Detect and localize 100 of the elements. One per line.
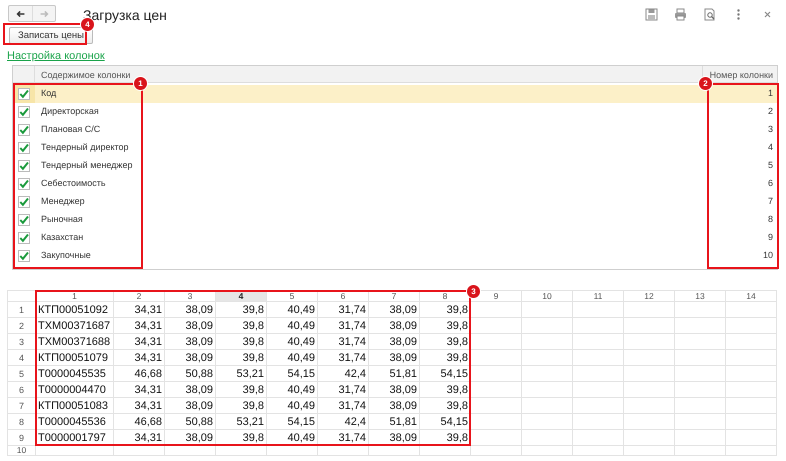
column-name: Директорская [40, 105, 100, 118]
column-header[interactable]: 3 [188, 292, 192, 300]
print-icon[interactable] [674, 8, 687, 21]
table-cell: 53,21 [216, 414, 266, 430]
table-cell: 40,49 [266, 398, 318, 414]
table-row[interactable]: Директорская 2 [13, 103, 777, 121]
column-name: Тендерный менеджер [40, 159, 134, 172]
table-cell: 38,09 [164, 398, 216, 414]
table-cell: КТП00051092 [36, 302, 114, 318]
checkbox[interactable] [18, 142, 30, 154]
callout-badge: 3 [467, 285, 480, 298]
table-cell: 39,8 [216, 350, 266, 366]
save-prices-button[interactable]: Записать цены [9, 27, 93, 44]
table-cell: Т0000045535 [36, 366, 114, 382]
row-number: 10 [8, 446, 36, 456]
table-cell: 50,88 [164, 414, 216, 430]
column-header[interactable]: 12 [644, 292, 654, 300]
table-cell: ТХМ00371687 [36, 318, 114, 334]
column-header[interactable]: 14 [746, 292, 756, 300]
column-header[interactable]: 2 [136, 292, 142, 300]
column-number: 7 [766, 195, 774, 208]
table-cell: 31,74 [318, 382, 368, 398]
row-number: 2 [8, 318, 36, 334]
table-cell: КТП00051079 [36, 350, 114, 366]
checkbox[interactable] [18, 124, 30, 136]
table-cell: 40,49 [266, 382, 318, 398]
column-name: Менеджер [40, 195, 86, 208]
table-cell: КТП00051083 [36, 398, 114, 414]
table-cell: Т0000045536 [36, 414, 114, 430]
checkbox[interactable] [18, 250, 30, 262]
table-cell: 38,09 [164, 318, 216, 334]
row-number: 1 [8, 302, 36, 318]
table-cell: 40,49 [266, 318, 318, 334]
table-cell: 38,09 [164, 382, 216, 398]
column-number: 8 [766, 213, 774, 226]
table-cell: 38,09 [368, 302, 420, 318]
column-header[interactable]: 13 [695, 292, 705, 300]
column-name: Рыночная [40, 213, 84, 226]
row-number: 8 [8, 414, 36, 430]
table-cell: 39,8 [216, 318, 266, 334]
table-cell: 31,74 [318, 398, 368, 414]
table-cell: 34,31 [114, 318, 164, 334]
table-cell: 38,09 [368, 350, 420, 366]
table-cell: 54,15 [266, 414, 318, 430]
table-cell: 39,8 [216, 334, 266, 350]
table-cell: 40,49 [266, 334, 318, 350]
table-row[interactable]: Казахстан 9 [13, 229, 777, 247]
callout-badge: 2 [699, 77, 712, 90]
table-cell: 34,31 [114, 302, 164, 318]
table-row[interactable]: Менеджер 7 [13, 193, 777, 211]
column-header[interactable]: 1 [72, 292, 77, 300]
row-number: 6 [8, 382, 36, 398]
row-number: 3 [8, 334, 36, 350]
checkbox[interactable] [18, 178, 30, 190]
column-name: Код [40, 87, 58, 100]
table-cell: 50,88 [164, 366, 216, 382]
preview-icon[interactable] [703, 8, 716, 21]
table-row[interactable]: Себестоимость 6 [13, 175, 777, 193]
table-cell: 31,74 [318, 302, 368, 318]
column-header[interactable]: 5 [290, 292, 294, 300]
table-cell: 34,31 [114, 398, 164, 414]
table-row[interactable]: Тендерный директор 4 [13, 139, 777, 157]
save-icon[interactable] [645, 8, 658, 21]
checkbox[interactable] [18, 160, 30, 172]
column-number: 9 [766, 231, 774, 244]
table-cell: 42,4 [318, 366, 368, 382]
column-name: Закупочные [40, 249, 92, 262]
table-row[interactable]: Рыночная 8 [13, 211, 777, 229]
column-header[interactable]: 11 [594, 292, 602, 300]
table-cell: 51,81 [368, 414, 420, 430]
table-cell: 39,8 [216, 382, 266, 398]
checkbox[interactable] [18, 106, 30, 118]
table-cell: 39,8 [216, 302, 266, 318]
column-name: Казахстан [40, 231, 84, 244]
row-number: 9 [8, 430, 36, 446]
checkbox[interactable] [18, 214, 30, 226]
table-cell: 40,49 [266, 350, 318, 366]
column-header[interactable]: 9 [494, 292, 498, 300]
column-header[interactable]: 8 [442, 292, 448, 300]
column-header[interactable]: 6 [340, 292, 346, 300]
table-row[interactable]: Тендерный менеджер 5 [13, 157, 777, 175]
table-row[interactable]: Закупочные 10 [13, 247, 777, 265]
table-cell: 34,31 [114, 350, 164, 366]
column-header[interactable]: 10 [542, 292, 552, 300]
checkbox[interactable] [18, 196, 30, 208]
table-row[interactable]: Плановая С/С 3 [13, 121, 777, 139]
table-row[interactable]: Код 1 [13, 85, 777, 103]
column-number: 4 [766, 141, 774, 154]
row-number: 4 [8, 350, 36, 366]
checkbox[interactable] [18, 88, 30, 100]
table-cell: Т0000004470 [36, 382, 114, 398]
table-cell: 54,15 [266, 366, 318, 382]
table-cell: 38,09 [164, 350, 216, 366]
column-header[interactable]: 7 [392, 292, 396, 300]
table-cell: 38,09 [368, 398, 420, 414]
table-cell: 31,74 [318, 318, 368, 334]
table-cell: 42,4 [318, 414, 368, 430]
table-cell: 38,09 [164, 334, 216, 350]
column-header[interactable]: 4 [238, 292, 244, 300]
checkbox[interactable] [18, 232, 30, 244]
